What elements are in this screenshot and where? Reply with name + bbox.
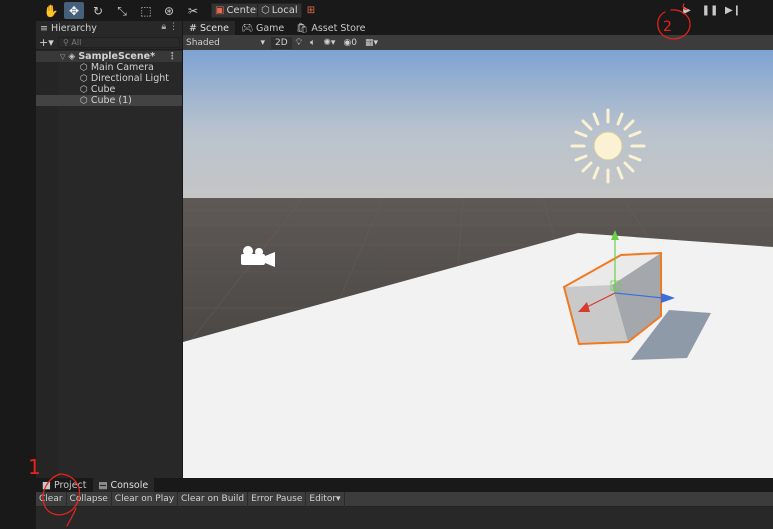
transform-tool-icon[interactable]: ⊛ (159, 2, 179, 19)
bottom-panel: ■ Project ▤ Console Clear Collapse Clear… (36, 478, 773, 529)
tab-game[interactable]: 🎮︎ Game (235, 21, 290, 35)
console-icon: ▤ (98, 479, 108, 491)
step-button[interactable]: ▶❙ (722, 3, 744, 18)
search-placeholder: All (71, 37, 82, 47)
clear-on-build-button[interactable]: Clear on Build (178, 491, 249, 507)
gameobject-cube-icon: ⬡ (80, 95, 88, 106)
gameobject-cube-icon: ⬡ (80, 73, 88, 84)
directional-light-gizmo[interactable] (570, 108, 646, 184)
hash-icon: # (189, 22, 197, 34)
hand-tool-icon[interactable]: ✋ (41, 2, 61, 19)
hierarchy-gutter (36, 50, 58, 478)
hierarchy-item[interactable]: ⬡ Main Camera (36, 62, 182, 73)
scene-panel: # Scene 🎮︎ Game 🛍︎ Asset Store Shaded ▾ … (183, 21, 773, 478)
bag-icon: 🛍︎ (296, 22, 309, 34)
scene-toolbar: Shaded ▾ 2D 💡︎ 🔈︎ ✺▾ ◉0 ▦▾ (183, 35, 773, 50)
pivot-local-toggle[interactable]: ⬡ Local (257, 3, 302, 18)
hierarchy-search-input[interactable]: ⚲ All (58, 36, 180, 48)
scale-tool-icon[interactable]: ⤡ (112, 2, 132, 19)
local-icon: ⬡ (261, 5, 270, 16)
hierarchy-item[interactable]: ⬡ Directional Light (36, 73, 182, 84)
hierarchy-tab-label: Hierarchy (50, 22, 97, 34)
tab-asset-store[interactable]: 🛍︎ Asset Store (290, 21, 371, 35)
hierarchy-search-bar: +▾ ⚲ All (36, 35, 182, 50)
error-pause-button[interactable]: Error Pause (248, 491, 307, 507)
scene-menu-icon[interactable]: ⋮ (168, 51, 178, 62)
editor-dropdown[interactable]: Editor ▾ (306, 491, 345, 507)
hierarchy-item-selected[interactable]: ⬡ Cube (1) (36, 95, 182, 106)
clear-button[interactable]: Clear (36, 491, 67, 507)
rect-tool-icon[interactable]: ⬚ (136, 2, 156, 19)
clear-on-play-button[interactable]: Clear on Play (112, 491, 179, 507)
hierarchy-item-label: Main Camera (90, 62, 154, 73)
tab-label: Scene (199, 22, 229, 34)
hierarchy-item-label: Directional Light (90, 73, 169, 84)
hierarchy-tab[interactable]: ≡ Hierarchy 🔒︎ ⋮ (36, 21, 182, 35)
main-toolbar: ✋ ✥ ↻ ⤡ ⬚ ⊛ ✂ ▣ Center ⬡ Local ⊞ ▶ ❚❚ ▶❙ (0, 0, 773, 21)
hidden-count: 0 (351, 37, 358, 48)
hierarchy-item-label: Cube (1) (90, 95, 132, 106)
tab-label: Console (110, 479, 149, 491)
scene-row[interactable]: ▽ ◈ SampleScene* ⋮ (36, 51, 182, 62)
audio-icon[interactable]: 🔈︎ (306, 38, 319, 48)
play-button[interactable]: ▶ (676, 3, 698, 18)
view-tabs: # Scene 🎮︎ Game 🛍︎ Asset Store (183, 21, 773, 35)
scene-render (183, 50, 773, 478)
tab-label: Asset Store (311, 22, 366, 34)
tab-scene[interactable]: # Scene (183, 21, 235, 35)
chevron-down-icon: ▾ (336, 494, 341, 504)
scene-name: SampleScene* (78, 51, 156, 62)
hierarchy-item[interactable]: ⬡ Cube (36, 84, 182, 95)
gameobject-cube-icon: ⬡ (80, 84, 88, 95)
lighting-icon[interactable]: 💡︎ (292, 38, 306, 48)
2d-toggle[interactable]: 2D (271, 36, 292, 49)
center-label: Center (226, 5, 261, 16)
effects-icon[interactable]: ✺▾ (319, 38, 339, 48)
left-dark-strip (0, 0, 36, 529)
rotate-tool-icon[interactable]: ↻ (88, 2, 108, 19)
gizmos-dropdown[interactable]: ▦▾ (361, 38, 382, 48)
expand-arrow-icon[interactable]: ▽ (60, 53, 65, 61)
grid-snap-icon[interactable]: ⊞ (301, 2, 321, 19)
folder-icon: ■ (42, 479, 51, 491)
unity-scene-icon: ◈ (68, 51, 76, 62)
editor-label: Editor (309, 494, 337, 504)
skybox (183, 50, 773, 198)
shading-label: Shaded (186, 37, 220, 48)
hidden-objects-toggle[interactable]: ◉0 (339, 38, 361, 48)
gameobject-cube-icon: ⬡ (80, 62, 88, 73)
tab-project[interactable]: ■ Project (36, 478, 93, 492)
collapse-button[interactable]: Collapse (67, 491, 112, 507)
bottom-tabs: ■ Project ▤ Console (36, 478, 773, 492)
add-dropdown-button[interactable]: +▾ (39, 36, 55, 49)
custom-tool-icon[interactable]: ✂ (183, 2, 203, 19)
scene-viewport[interactable] (183, 50, 773, 478)
tab-label: Project (53, 479, 87, 491)
move-tool-icon[interactable]: ✥ (64, 2, 84, 19)
shading-mode-dropdown[interactable]: Shaded ▾ (183, 38, 269, 48)
hierarchy-panel: ≡ Hierarchy 🔒︎ ⋮ +▾ ⚲ All ▽ ◈ SampleScen… (36, 21, 182, 478)
tab-console[interactable]: ▤ Console (92, 478, 155, 492)
hierarchy-item-label: Cube (90, 84, 116, 95)
console-toolbar: Clear Collapse Clear on Play Clear on Bu… (36, 491, 773, 507)
gamepad-icon: 🎮︎ (240, 22, 253, 34)
tab-label: Game (256, 22, 285, 34)
pause-button[interactable]: ❚❚ (699, 3, 721, 18)
chevron-down-icon: ▾ (260, 37, 265, 48)
center-icon: ▣ (215, 5, 225, 16)
lock-menu-icon[interactable]: 🔒︎ ⋮ (161, 22, 178, 32)
list-icon: ≡ (40, 22, 48, 34)
local-label: Local (271, 5, 298, 16)
